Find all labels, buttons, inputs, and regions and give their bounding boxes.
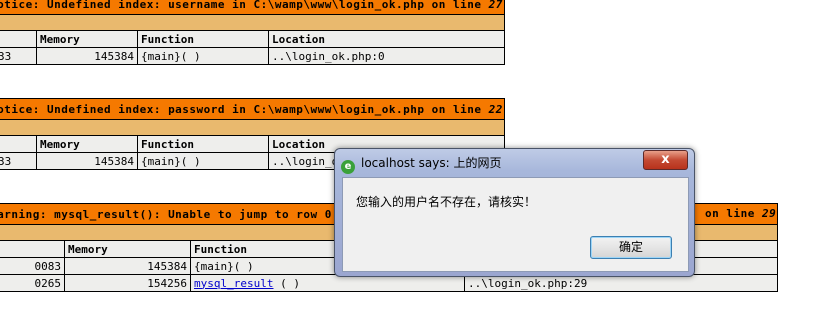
memory-column-header: Memory: [36, 30, 138, 48]
call-stack-header: [0, 119, 505, 136]
time-column-header: [0, 240, 65, 258]
time-cell: 33: [0, 152, 37, 170]
location-cell: ..\login_ok.php:0: [268, 47, 505, 65]
location-cell: ..\login_ok.php:29: [464, 274, 778, 292]
function-doc-link[interactable]: mysql_result: [194, 277, 273, 290]
call-stack-header: [0, 14, 505, 31]
function-column-header: Function: [137, 30, 269, 48]
time-cell: 0083: [0, 257, 65, 275]
function-column-header: Function: [137, 135, 269, 153]
dialog-title: localhost says: 上的网页: [361, 156, 502, 170]
dialog-title-bar: e localhost says: 上的网页: [341, 152, 634, 174]
dialog-body: 您输入的用户名不存在，请核实！ 确定: [342, 177, 689, 272]
function-cell: {main}( ): [137, 47, 269, 65]
close-button[interactable]: x: [643, 150, 688, 170]
memory-column-header: Memory: [64, 240, 191, 258]
ok-button[interactable]: 确定: [590, 236, 672, 259]
memory-cell: 154256: [64, 274, 191, 292]
memory-cell: 145384: [36, 47, 138, 65]
error-message: Notice: Undefined index: username in C:\…: [0, 0, 505, 15]
error-message: Notice: Undefined index: password in C:\…: [0, 98, 505, 120]
time-cell: 0265: [0, 274, 65, 292]
memory-cell: 145384: [64, 257, 191, 275]
function-cell: mysql_result ( ): [190, 274, 465, 292]
memory-column-header: Memory: [36, 135, 138, 153]
memory-cell: 145384: [36, 152, 138, 170]
xdebug-error-table-1: Notice: Undefined index: username in C:\…: [0, 0, 505, 65]
function-cell: {main}( ): [137, 152, 269, 170]
time-column-header: [0, 30, 37, 48]
ie-browser-icon: e: [341, 160, 355, 174]
time-cell: 33: [0, 47, 37, 65]
dialog-message: 您输入的用户名不存在，请核实！: [356, 195, 537, 209]
location-column-header: Location: [268, 30, 505, 48]
time-column-header: [0, 135, 37, 153]
alert-dialog: e localhost says: 上的网页 x 您输入的用户名不存在，请核实！ …: [334, 148, 695, 277]
